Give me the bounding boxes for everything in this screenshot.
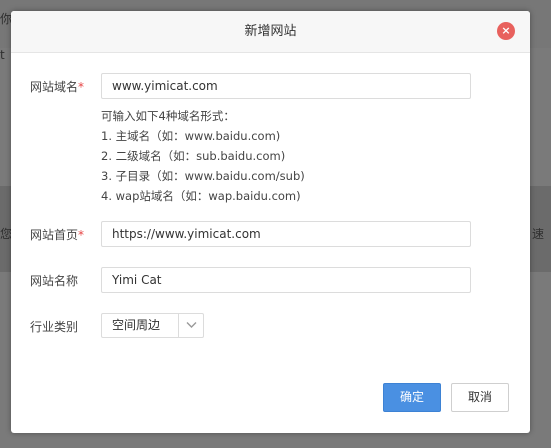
domain-hint-line: 1. 主域名（如：www.baidu.com) <box>101 129 281 143</box>
close-icon: × <box>501 24 511 37</box>
dialog-title: 新增网站 <box>244 24 297 39</box>
domain-hint-line: 可输入如下4种域名形式： <box>101 109 235 123</box>
site-name-input[interactable]: Yimi Cat <box>101 267 471 293</box>
required-mark: * <box>78 80 85 94</box>
dialog-header: 新增网站 × <box>11 11 530 53</box>
chevron-down-icon[interactable] <box>178 314 204 337</box>
site-name-label: 网站名称 <box>30 274 79 288</box>
domain-hint-line: 4. wap站域名（如：wap.baidu.com) <box>101 189 301 203</box>
homepage-input[interactable]: https://www.yimicat.com <box>101 221 471 247</box>
homepage-label: 网站首页* <box>30 228 85 242</box>
industry-select[interactable]: 空间周边 <box>101 313 204 338</box>
domain-hint-line: 3. 子目录（如：www.baidu.com/sub) <box>101 169 305 183</box>
confirm-button[interactable]: 确定 <box>383 383 441 412</box>
background-text: 速 <box>532 227 545 241</box>
domain-hint-line: 2. 二级域名（如：sub.baidu.com) <box>101 149 286 163</box>
required-mark: * <box>78 228 85 242</box>
add-website-dialog: 新增网站 × 网站域名* www.yimicat.com 可输入如下4种域名形式… <box>11 11 530 433</box>
domain-input[interactable]: www.yimicat.com <box>101 73 471 99</box>
industry-label: 行业类别 <box>30 320 79 334</box>
industry-selected-value: 空间周边 <box>112 318 161 332</box>
background-text: t <box>0 48 5 62</box>
close-button[interactable]: × <box>497 22 515 40</box>
domain-label: 网站域名* <box>30 80 85 94</box>
cancel-button[interactable]: 取消 <box>451 383 509 412</box>
